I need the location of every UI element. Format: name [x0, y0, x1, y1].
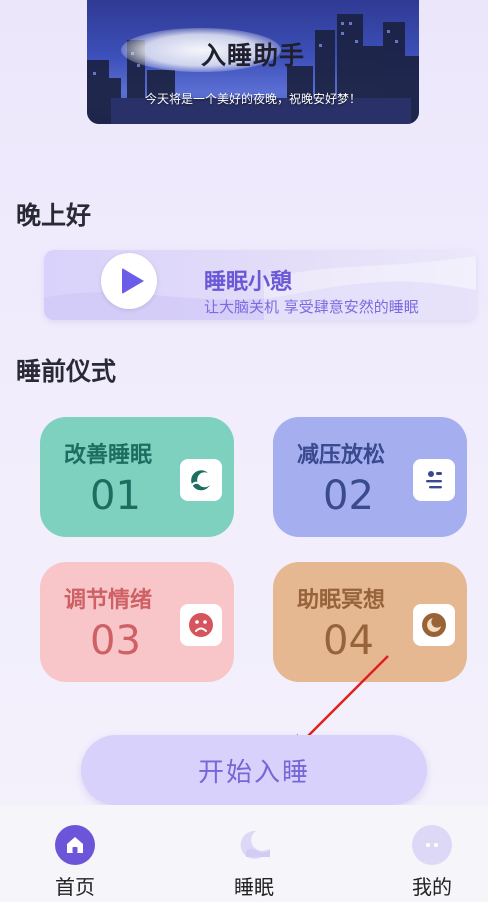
nav-item-home[interactable]: 首页: [35, 825, 115, 900]
ritual-card-relax[interactable]: 减压放松 02: [273, 417, 467, 537]
play-icon: [122, 268, 144, 294]
start-sleep-button[interactable]: 开始入睡: [81, 735, 427, 805]
nav-label: 我的: [412, 875, 452, 899]
nav-label: 首页: [55, 875, 95, 899]
ritual-card-number: 01: [90, 473, 141, 519]
nap-card-subtitle: 让大脑关机 享受肆意安然的睡眠: [204, 298, 419, 316]
moon-circle-icon: [413, 604, 455, 646]
section-title: 睡前仪式: [16, 357, 117, 386]
home-icon: [55, 825, 95, 865]
ritual-card-regulate-mood[interactable]: 调节情绪 03: [40, 562, 234, 682]
ritual-card-title: 减压放松: [297, 443, 386, 468]
ritual-card-meditation[interactable]: 助眠冥想 04: [273, 562, 467, 682]
nav-item-sleep[interactable]: 睡眠: [214, 825, 294, 900]
wave-moon-icon: [180, 459, 222, 501]
banner-title: 入睡助手: [200, 41, 305, 70]
ritual-card-number: 04: [323, 618, 374, 664]
ritual-card-title: 调节情绪: [64, 588, 153, 613]
ritual-card-number: 03: [90, 618, 141, 664]
bottom-navigation: 首页 睡眠 我的: [0, 805, 488, 902]
sleep-assistant-banner[interactable]: 入睡助手 今天将是一个美好的夜晚，祝晚安好梦！: [87, 0, 419, 124]
app-screen: 入睡助手 今天将是一个美好的夜晚，祝晚安好梦！ 晚上好 睡眠小憩 让大脑关机 享…: [0, 0, 488, 902]
ritual-card-improve-sleep[interactable]: 改善睡眠 01: [40, 417, 234, 537]
play-button[interactable]: [101, 253, 157, 309]
greeting-text: 晚上好: [16, 201, 92, 230]
ritual-card-title: 助眠冥想: [297, 588, 386, 613]
banner-subtitle: 今天将是一个美好的夜晚，祝晚安好梦！: [144, 92, 361, 106]
sleep-nap-card[interactable]: 睡眠小憩 让大脑关机 享受肆意安然的睡眠: [44, 250, 476, 320]
nap-card-title: 睡眠小憩: [204, 270, 293, 295]
nav-label: 睡眠: [234, 875, 274, 899]
relax-list-icon: [413, 459, 455, 501]
ritual-card-number: 02: [323, 473, 374, 519]
nav-item-mine[interactable]: 我的: [392, 825, 472, 900]
ritual-card-title: 改善睡眠: [64, 443, 153, 468]
profile-face-icon: [412, 825, 452, 865]
moon-cloud-icon: [234, 825, 274, 865]
sad-face-icon: [180, 604, 222, 646]
